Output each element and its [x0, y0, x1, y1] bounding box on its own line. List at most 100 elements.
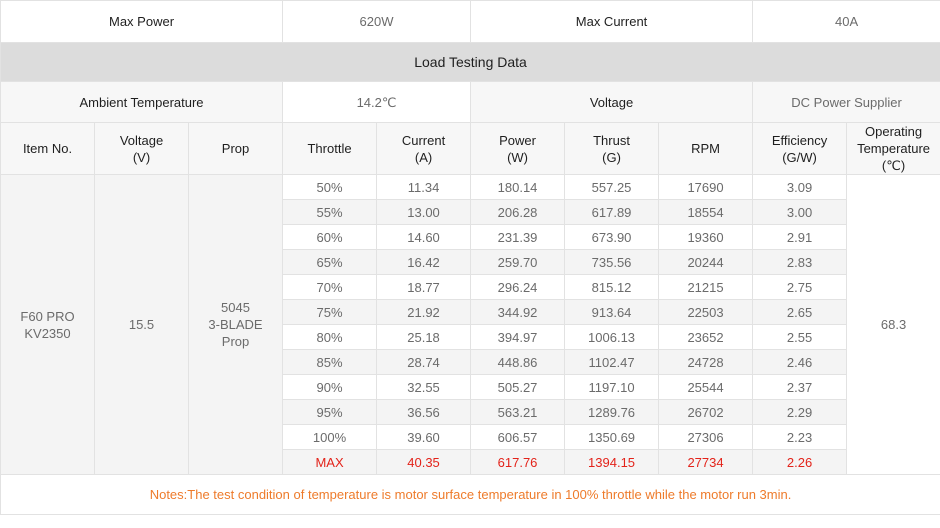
current-cell: 39.60 [376, 424, 472, 450]
current-cell: 32.55 [376, 374, 472, 400]
throttle-cell: 95% [282, 399, 378, 425]
thrust-cell: 1289.76 [564, 399, 660, 425]
operating-temperature-cell: 68.3 [846, 174, 940, 475]
throttle-cell: MAX [282, 449, 378, 475]
header-rpm: RPM [658, 122, 754, 175]
efficiency-cell: 3.09 [752, 174, 848, 200]
note-row: Notes:The test condition of temperature … [0, 474, 940, 515]
header-thrust: Thrust (G) [564, 122, 660, 175]
rpm-cell: 27306 [658, 424, 754, 450]
power-cell: 448.86 [470, 349, 566, 375]
efficiency-cell: 2.55 [752, 324, 848, 350]
power-cell: 563.21 [470, 399, 566, 425]
max-power-label: Max Power [0, 0, 284, 43]
item-voltage-cell: 15.5 [94, 174, 189, 475]
header-voltage: Voltage (V) [94, 122, 189, 175]
power-cell: 617.76 [470, 449, 566, 475]
thrust-cell: 617.89 [564, 199, 660, 225]
section-title-row: Load Testing Data [0, 42, 940, 82]
efficiency-cell: 2.75 [752, 274, 848, 300]
rpm-cell: 26702 [658, 399, 754, 425]
current-cell: 16.42 [376, 249, 472, 275]
efficiency-cell: 2.29 [752, 399, 848, 425]
header-prop: Prop [187, 122, 284, 175]
thrust-cell: 735.56 [564, 249, 660, 275]
efficiency-cell: 2.46 [752, 349, 848, 375]
max-power-value: 620W [282, 0, 472, 43]
efficiency-cell: 2.83 [752, 249, 848, 275]
rpm-cell: 20244 [658, 249, 754, 275]
throttle-cell: 90% [282, 374, 378, 400]
power-cell: 606.57 [470, 424, 566, 450]
rpm-cell: 22503 [658, 299, 754, 325]
thrust-cell: 557.25 [564, 174, 660, 200]
current-cell: 36.56 [376, 399, 472, 425]
column-header-row: Item No. Voltage (V) Prop Throttle Curren… [0, 122, 940, 175]
header-efficiency: Efficiency (G/W) [752, 122, 848, 175]
data-rows: F60 PRO KV2350 15.5 5045 3-BLADE Prop 50% 11.34… [0, 174, 940, 475]
current-cell: 13.00 [376, 199, 472, 225]
rpm-cell: 19360 [658, 224, 754, 250]
rpm-cell: 23652 [658, 324, 754, 350]
rpm-cell: 27734 [658, 449, 754, 475]
throttle-cell: 65% [282, 249, 378, 275]
max-ratings-row: Max Power 620W Max Current 40A [0, 0, 940, 43]
thrust-cell: 1006.13 [564, 324, 660, 350]
ambient-temperature-label: Ambient Temperature [0, 81, 284, 123]
current-cell: 14.60 [376, 224, 472, 250]
throttle-cell: 55% [282, 199, 378, 225]
efficiency-cell: 2.91 [752, 224, 848, 250]
test-condition-note: Notes:The test condition of temperature … [0, 474, 940, 515]
thrust-cell: 1102.47 [564, 349, 660, 375]
throttle-cell: 75% [282, 299, 378, 325]
power-cell: 344.92 [470, 299, 566, 325]
header-power: Power (W) [470, 122, 566, 175]
current-cell: 40.35 [376, 449, 472, 475]
throttle-cell: 60% [282, 224, 378, 250]
current-cell: 25.18 [376, 324, 472, 350]
power-cell: 180.14 [470, 174, 566, 200]
thrust-cell: 1394.15 [564, 449, 660, 475]
item-name-cell: F60 PRO KV2350 [0, 174, 95, 475]
throttle-cell: 85% [282, 349, 378, 375]
efficiency-cell: 2.26 [752, 449, 848, 475]
header-current: Current (A) [376, 122, 472, 175]
current-cell: 28.74 [376, 349, 472, 375]
max-current-label: Max Current [470, 0, 754, 43]
thrust-cell: 1350.69 [564, 424, 660, 450]
thrust-cell: 673.90 [564, 224, 660, 250]
rpm-cell: 25544 [658, 374, 754, 400]
power-cell: 394.97 [470, 324, 566, 350]
thrust-cell: 1197.10 [564, 374, 660, 400]
conditions-row: Ambient Temperature 14.2℃ Voltage DC Pow… [0, 81, 940, 123]
power-cell: 259.70 [470, 249, 566, 275]
power-cell: 296.24 [470, 274, 566, 300]
throttle-cell: 50% [282, 174, 378, 200]
efficiency-cell: 2.65 [752, 299, 848, 325]
efficiency-cell: 2.37 [752, 374, 848, 400]
header-operating-temperature: Operating Temperature (℃) [846, 122, 940, 175]
power-cell: 505.27 [470, 374, 566, 400]
table-row: F60 PRO KV2350 15.5 5045 3-BLADE Prop 50% 11.34… [0, 174, 940, 475]
item-prop-cell: 5045 3-BLADE Prop [187, 174, 284, 475]
current-cell: 21.92 [376, 299, 472, 325]
header-throttle: Throttle [282, 122, 378, 175]
throttle-cell: 70% [282, 274, 378, 300]
efficiency-cell: 2.23 [752, 424, 848, 450]
rpm-cell: 21215 [658, 274, 754, 300]
ambient-temperature-value: 14.2℃ [282, 81, 472, 123]
thrust-cell: 913.64 [564, 299, 660, 325]
voltage-source-value: DC Power Supplier [752, 81, 940, 123]
thrust-cell: 815.12 [564, 274, 660, 300]
rpm-cell: 24728 [658, 349, 754, 375]
header-item-no: Item No. [0, 122, 95, 175]
power-cell: 206.28 [470, 199, 566, 225]
throttle-cell: 80% [282, 324, 378, 350]
load-test-table: Max Power 620W Max Current 40A Load Test… [0, 0, 940, 515]
max-current-value: 40A [752, 0, 940, 43]
rpm-cell: 17690 [658, 174, 754, 200]
voltage-label: Voltage [470, 81, 754, 123]
power-cell: 231.39 [470, 224, 566, 250]
rpm-cell: 18554 [658, 199, 754, 225]
efficiency-cell: 3.00 [752, 199, 848, 225]
